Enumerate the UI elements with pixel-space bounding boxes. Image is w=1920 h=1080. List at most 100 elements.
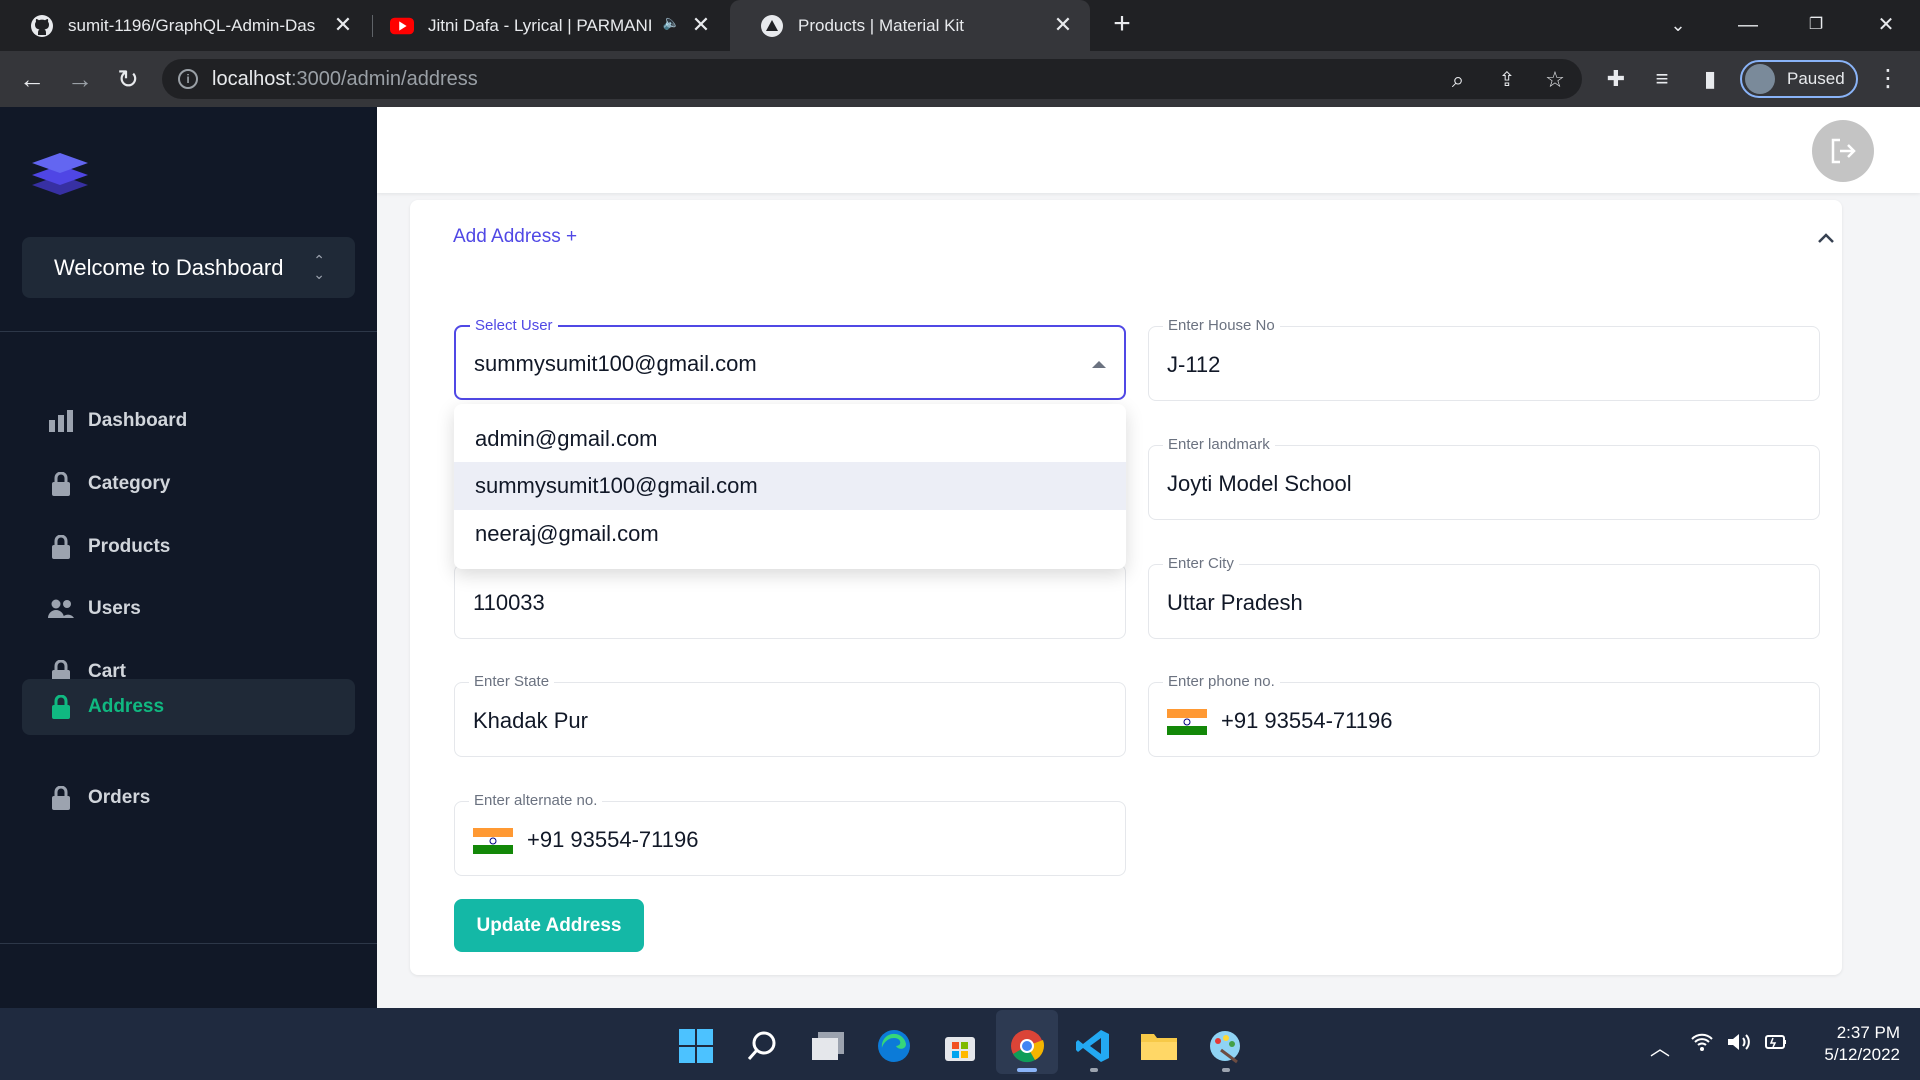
field-value: 110033 [473,590,545,615]
wifi-icon[interactable] [1690,1032,1714,1058]
users-icon [48,596,74,622]
clock-date: 5/12/2022 [1824,1045,1900,1064]
tab-search-icon[interactable]: ⌄ [1658,8,1698,42]
dropdown-option[interactable]: summysumit100@gmail.com [454,462,1126,510]
info-icon[interactable]: i [178,69,198,89]
browser-tab-github[interactable]: sumit-1196/GraphQL-Admin-Das ✕ [0,0,370,51]
zoom-icon[interactable]: ⌕ [1445,67,1471,93]
restore-button[interactable]: ❐ [1796,8,1836,42]
alternate-phone-field[interactable]: Enter alternate no. +91 93554-71196 [454,792,1126,876]
sidebar-item-label: Address [88,696,165,717]
share-icon[interactable]: ⇪ [1494,67,1520,93]
youtube-icon [390,14,414,38]
edge-icon[interactable] [874,1026,914,1066]
close-icon[interactable]: ✕ [1050,12,1076,38]
sidebar-item-dashboard[interactable]: Dashboard [22,393,355,449]
address-bar[interactable]: i localhost:3000/admin/address ⌕ ⇪ ☆ [162,59,1582,99]
volume-icon[interactable] [1726,1032,1752,1058]
chrome-icon[interactable] [1007,1026,1047,1066]
running-indicator [1017,1068,1037,1072]
vscode-icon[interactable] [1073,1026,1113,1066]
sidebar-item-label: Products [88,536,171,557]
bar-chart-icon [48,408,74,434]
microsoft-store-icon[interactable] [940,1026,980,1066]
sidebar-item-orders[interactable]: Orders [22,770,355,826]
field-label: Select User [470,317,558,334]
state-field[interactable]: Enter State Khadak Pur [454,673,1126,757]
new-tab-button[interactable]: + [1106,9,1138,41]
battery-icon[interactable] [1762,1032,1788,1058]
sidebar-item-label: Orders [88,787,151,808]
browser-tab-bar: sumit-1196/GraphQL-Admin-Das ✕ Jitni Daf… [0,0,1920,51]
tab-title: Products | Material Kit [798,15,964,35]
logout-icon [1831,138,1856,164]
forward-arrow-icon[interactable]: → [62,61,98,97]
tab-title: sumit-1196/GraphQL-Admin-Das [68,15,316,35]
sidebar-item-label: Category [88,473,171,494]
media-control-icon[interactable]: ≡ [1644,61,1680,97]
extensions-icon[interactable]: ✚ [1598,61,1634,97]
caret-up-icon[interactable] [1092,361,1106,368]
close-icon[interactable]: ✕ [330,12,356,38]
github-icon [30,14,54,38]
minimize-button[interactable]: — [1728,8,1768,42]
close-window-button[interactable]: ✕ [1866,8,1906,42]
india-flag-icon[interactable] [473,828,513,854]
profile-button[interactable]: Paused [1740,60,1858,98]
tab-title: Jitni Dafa - Lyrical | PARMANI [428,15,653,35]
running-indicator [1222,1068,1230,1072]
browser-tab-youtube[interactable]: Jitni Dafa - Lyrical | PARMANI 🔈 ✕ [374,0,728,51]
close-icon[interactable]: ✕ [688,12,714,38]
system-clock[interactable]: 2:37 PM 5/12/2022 [1800,1022,1900,1066]
material-kit-icon [760,14,784,38]
sidebar-divider [0,331,377,332]
speaker-icon[interactable]: 🔈 [663,14,680,31]
field-value: Joyti Model School [1167,471,1352,496]
welcome-text: Welcome to Dashboard [54,254,284,280]
search-icon[interactable] [742,1026,782,1066]
india-flag-icon[interactable] [1167,709,1207,735]
sidebar-item-products[interactable]: Products [22,519,355,575]
city-field[interactable]: Enter City Uttar Pradesh [1148,555,1820,639]
dropdown-option[interactable]: admin@gmail.com [454,415,1126,463]
side-panel-icon[interactable]: ▮ [1692,61,1728,97]
file-explorer-icon[interactable] [1139,1026,1179,1066]
pincode-field[interactable]: 110033 [454,564,1126,639]
sidebar: Welcome to Dashboard ⌃ ⌄ Dashboard Catego… [0,107,377,1008]
lock-icon [48,785,74,811]
welcome-selector[interactable]: Welcome to Dashboard ⌃ ⌄ [22,237,355,298]
field-label: Enter City [1163,555,1239,572]
windows-start-icon[interactable] [676,1026,716,1066]
chevron-up-tray-icon[interactable]: ︿ [1650,1032,1670,1061]
back-arrow-icon[interactable]: ← [14,61,50,97]
browser-tab-products[interactable]: Products | Material Kit ✕ [730,0,1090,51]
top-bar [377,107,1920,193]
sidebar-item-address[interactable]: Address [22,679,355,735]
logout-button[interactable] [1812,120,1874,182]
house-no-field[interactable]: Enter House No J-112 [1148,317,1820,401]
lock-icon [48,471,74,497]
landmark-field[interactable]: Enter landmark Joyti Model School [1148,436,1820,520]
field-value: +91 93554-71196 [1221,708,1393,733]
field-label: Enter alternate no. [469,792,603,809]
update-address-button[interactable]: Update Address [454,899,644,952]
task-view-icon[interactable] [808,1026,848,1066]
add-address-toggle[interactable]: Add Address + [453,226,577,248]
avatar [1745,64,1775,94]
bookmark-star-icon[interactable]: ☆ [1542,67,1568,93]
chevron-up-icon[interactable] [1812,226,1840,250]
field-value: +91 93554-71196 [527,827,699,852]
sidebar-item-label: Users [88,598,141,619]
phone-field[interactable]: Enter phone no. +91 93554-71196 [1148,673,1820,757]
dropdown-option[interactable]: neeraj@gmail.com [454,510,1126,558]
url-text: localhost:3000/admin/address [212,68,478,90]
select-user-field[interactable]: Select User summysumit100@gmail.com [454,317,1126,400]
lock-icon [48,694,74,720]
more-menu-icon[interactable]: ⋮ [1870,61,1906,97]
logo-icon[interactable] [30,145,90,195]
sidebar-item-category[interactable]: Category [22,456,355,512]
selector-arrows-icon: ⌃ ⌄ [313,252,325,282]
reload-icon[interactable]: ↻ [110,61,146,97]
sidebar-item-users[interactable]: Users [22,581,355,637]
paint-icon[interactable] [1205,1026,1245,1066]
